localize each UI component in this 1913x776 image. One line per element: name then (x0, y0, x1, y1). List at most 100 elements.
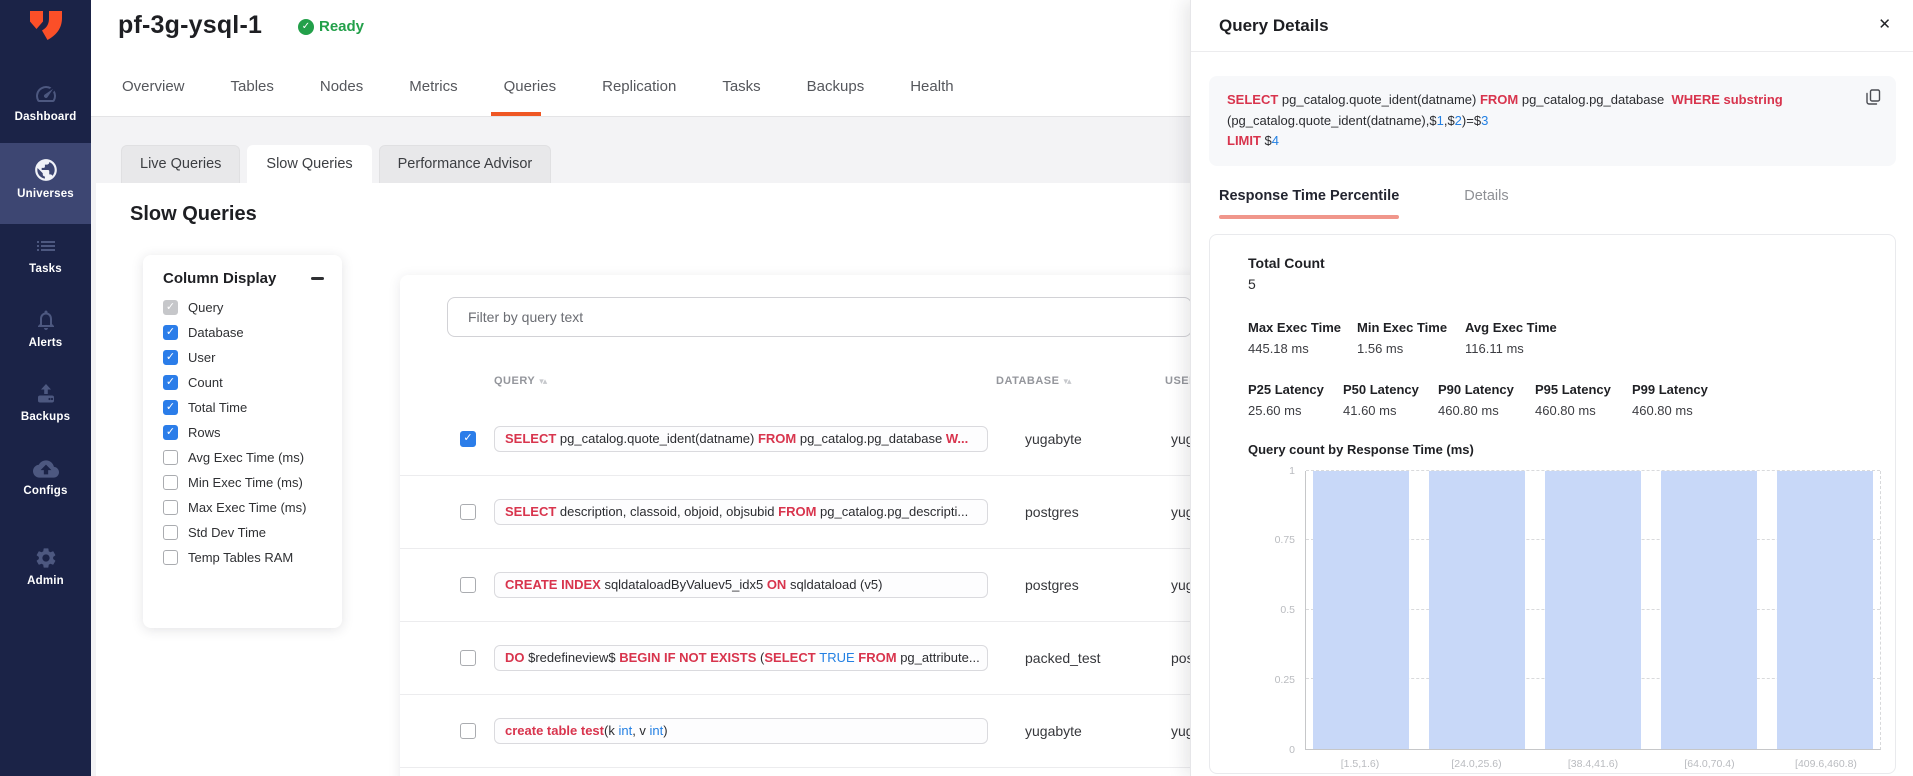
column-option-count[interactable]: Count (143, 370, 342, 395)
sidebar-item-label: Backups (0, 411, 91, 423)
tab-queries[interactable]: Queries (504, 78, 557, 95)
database-cell: postgres (1025, 504, 1079, 520)
chart-bars (1306, 471, 1880, 749)
sidebar-item-dashboard[interactable]: Dashboard (0, 76, 91, 130)
sidebar-item-tasks[interactable]: Tasks (0, 234, 91, 288)
tab-tasks[interactable]: Tasks (722, 78, 760, 95)
sql-line: (pg_catalog.quote_ident(datname),$1,$2)=… (1227, 111, 1844, 132)
percentile-stats-card: Total Count 5 Max Exec Time 445.18 ms Mi… (1209, 234, 1896, 774)
avg-exec-time-stat: Avg Exec Time 116.11 ms (1465, 320, 1557, 356)
sort-arrows-icon[interactable]: ▾▴ (1063, 376, 1070, 386)
chart-plot-area (1305, 471, 1881, 750)
min-exec-time-stat: Min Exec Time 1.56 ms (1357, 320, 1465, 356)
max-exec-time-stat: Max Exec Time 445.18 ms (1248, 320, 1357, 356)
checkbox[interactable] (163, 375, 178, 390)
latency-stats: P25 Latency 25.60 ms P50 Latency 41.60 m… (1248, 382, 1881, 418)
database-cell: yugabyte (1025, 431, 1082, 447)
sidebar-item-label: Alerts (0, 337, 91, 349)
chart-y-axis: 00.250.50.751 (1248, 471, 1305, 750)
collapse-minus-icon[interactable] (311, 277, 324, 280)
column-header-database[interactable]: DATABASE▾▴ (996, 375, 1071, 387)
yugabyte-logo-icon[interactable] (0, 8, 91, 53)
column-option-std-dev-time[interactable]: Std Dev Time (143, 520, 342, 545)
queries-subtabs: Live Queries Slow Queries Performance Ad… (121, 145, 551, 183)
checkbox[interactable] (163, 350, 178, 365)
query-text-cell[interactable]: SELECT description, classoid, objoid, ob… (494, 499, 988, 525)
tab-tables[interactable]: Tables (231, 78, 274, 95)
column-option-query[interactable]: Query (143, 295, 342, 320)
query-text-cell[interactable]: CREATE INDEX sqldataloadByValuev5_idx5 O… (494, 572, 988, 598)
tab-metrics[interactable]: Metrics (409, 78, 457, 95)
tab-backups[interactable]: Backups (807, 78, 865, 95)
tab-response-time-percentile[interactable]: Response Time Percentile (1219, 188, 1399, 219)
checkbox[interactable] (163, 300, 178, 315)
sql-line: LIMIT $4 (1227, 131, 1844, 152)
checkbox[interactable] (163, 500, 178, 515)
subtab-live-queries[interactable]: Live Queries (121, 145, 240, 183)
column-option-total-time[interactable]: Total Time (143, 395, 342, 420)
subtab-performance-advisor[interactable]: Performance Advisor (379, 145, 552, 183)
checkbox[interactable] (163, 475, 178, 490)
query-details-tabs: Response Time Percentile Details (1219, 188, 1913, 219)
query-text-cell[interactable]: DO $redefineview$ BEGIN IF NOT EXISTS (S… (494, 645, 988, 671)
column-display-title: Column Display (163, 270, 276, 287)
gear-icon (34, 546, 58, 563)
tab-replication[interactable]: Replication (602, 78, 676, 95)
sidebar-item-universes[interactable]: Universes (0, 143, 91, 224)
column-option-avg-exec-time[interactable]: Avg Exec Time (ms) (143, 445, 342, 470)
checkbox[interactable] (163, 425, 178, 440)
sidebar-item-backups[interactable]: Backups (0, 382, 91, 436)
checkbox[interactable] (163, 525, 178, 540)
column-option-rows[interactable]: Rows (143, 420, 342, 445)
column-option-database[interactable]: Database (143, 320, 342, 345)
query-text-cell[interactable]: SELECT pg_catalog.quote_ident(datname) F… (494, 426, 988, 452)
sidebar: Dashboard Universes Tasks Alerts Backups (0, 0, 91, 776)
page-title: pf-3g-ysql-1 (118, 11, 262, 40)
column-option-max-exec-time[interactable]: Max Exec Time (ms) (143, 495, 342, 520)
database-cell: postgres (1025, 577, 1079, 593)
chart-bar (1661, 471, 1757, 749)
sidebar-item-label: Tasks (0, 263, 91, 275)
tab-details[interactable]: Details (1464, 188, 1508, 219)
row-checkbox[interactable] (460, 723, 476, 739)
sidebar-item-alerts[interactable]: Alerts (0, 308, 91, 362)
query-text-cell[interactable]: create table test(k int, v int) (494, 718, 988, 744)
row-checkbox[interactable] (460, 431, 476, 447)
column-header-query[interactable]: QUERY▾▴ (494, 375, 546, 387)
column-option-min-exec-time[interactable]: Min Exec Time (ms) (143, 470, 342, 495)
column-option-user[interactable]: User (143, 345, 342, 370)
row-checkbox[interactable] (460, 504, 476, 520)
query-details-panel: Query Details ✕ SELECT pg_catalog.quote_… (1190, 0, 1913, 776)
bell-icon (34, 308, 58, 325)
checkbox[interactable] (163, 400, 178, 415)
p90-latency-stat: P90 Latency 460.80 ms (1438, 382, 1535, 418)
query-sql-block: SELECT pg_catalog.quote_ident(datname) F… (1209, 76, 1896, 166)
checkbox[interactable] (163, 550, 178, 565)
p25-latency-stat: P25 Latency 25.60 ms (1248, 382, 1343, 418)
subtab-slow-queries[interactable]: Slow Queries (247, 145, 371, 183)
slow-queries-heading: Slow Queries (130, 203, 257, 226)
copy-icon[interactable] (1864, 87, 1883, 110)
chart-x-tick-label: [24.0,25.6) (1429, 758, 1525, 770)
gauge-icon (34, 82, 58, 99)
tab-health[interactable]: Health (910, 78, 953, 95)
list-icon (34, 234, 58, 251)
tab-overview[interactable]: Overview (122, 78, 185, 95)
sidebar-item-admin[interactable]: Admin (0, 546, 91, 600)
chart-title: Query count by Response Time (ms) (1248, 442, 1881, 457)
p50-latency-stat: P50 Latency 41.60 ms (1343, 382, 1438, 418)
checkbox[interactable] (163, 325, 178, 340)
sidebar-item-configs[interactable]: Configs (0, 458, 91, 512)
sidebar-item-label: Configs (0, 485, 91, 497)
stat-value: 5 (1248, 276, 1881, 292)
sort-arrows-icon[interactable]: ▾▴ (539, 376, 546, 386)
close-icon[interactable]: ✕ (1878, 15, 1891, 33)
query-filter-input[interactable] (447, 297, 1192, 337)
column-option-temp-tables-ram[interactable]: Temp Tables RAM (143, 545, 342, 570)
checkbox[interactable] (163, 450, 178, 465)
row-checkbox[interactable] (460, 650, 476, 666)
row-checkbox[interactable] (460, 577, 476, 593)
chart-x-tick-label: [38.4,41.6) (1545, 758, 1641, 770)
tab-nodes[interactable]: Nodes (320, 78, 363, 95)
query-details-header: Query Details ✕ (1191, 0, 1913, 52)
